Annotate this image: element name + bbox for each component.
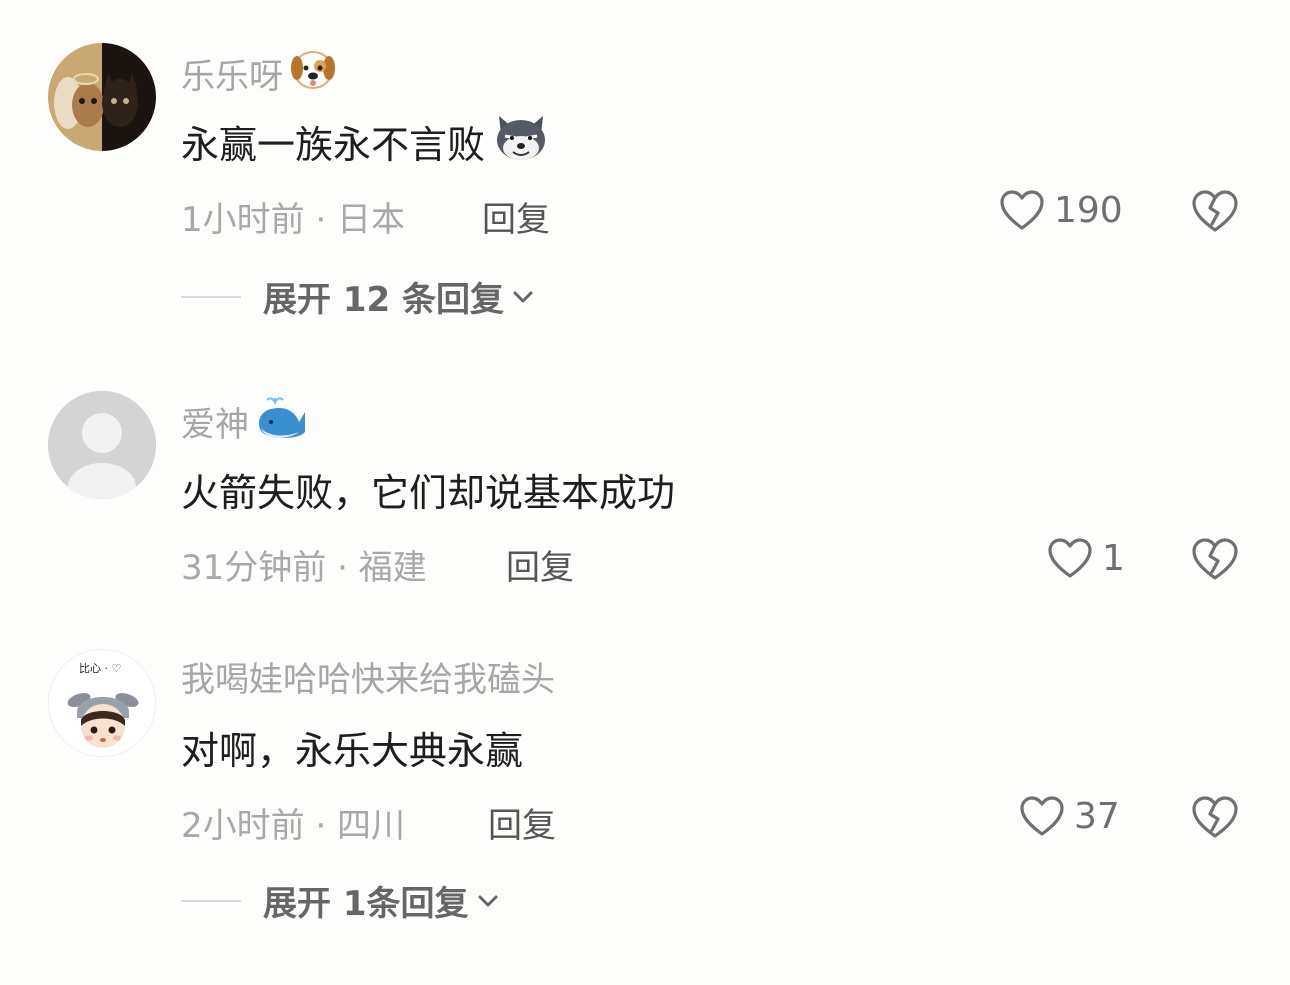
- expand-replies-button[interactable]: 展开 1条回复: [181, 876, 499, 925]
- comment-text: 永赢一族永不言败: [181, 110, 553, 173]
- username-text: 乐乐呀: [181, 57, 283, 97]
- avatar-label: 比心 · ♡: [79, 662, 121, 675]
- comment-meta: 31分钟前 · 福建: [181, 548, 427, 588]
- heart-outline-icon: [1000, 190, 1044, 230]
- chevron-down-icon: [513, 291, 533, 302]
- like-button[interactable]: 190: [998, 188, 1123, 232]
- username[interactable]: 爱神: [181, 394, 307, 449]
- dislike-button[interactable]: [1190, 794, 1240, 844]
- like-count: 1: [1102, 537, 1125, 579]
- reply-button[interactable]: 回复: [506, 540, 574, 589]
- divider-line: [181, 295, 241, 298]
- expand-replies-button[interactable]: 展开 12 条回复: [181, 272, 534, 321]
- broken-heart-icon: [1192, 538, 1238, 580]
- expand-replies-label: 展开 12 条回复: [263, 280, 504, 320]
- divider-line: [181, 899, 241, 902]
- heart-outline-icon: [1020, 796, 1064, 836]
- heart-outline-icon: [1048, 538, 1092, 578]
- whale-emoji-icon: [255, 394, 307, 449]
- like-button[interactable]: 37: [1018, 794, 1120, 838]
- dislike-button[interactable]: [1190, 188, 1240, 238]
- dislike-button[interactable]: [1190, 536, 1240, 586]
- like-button[interactable]: 1: [1046, 536, 1125, 580]
- avatar[interactable]: [48, 391, 156, 499]
- expand-replies-label: 展开 1条回复: [263, 884, 469, 924]
- username-text: 我喝娃哈哈快来给我磕头: [181, 660, 555, 700]
- broken-heart-icon: [1192, 796, 1238, 838]
- avatar[interactable]: 比心 · ♡: [48, 649, 156, 757]
- chevron-down-icon: [478, 895, 497, 906]
- reply-button[interactable]: 回复: [482, 192, 550, 241]
- comment-text: 对啊，永乐大典永赢: [181, 729, 524, 773]
- broken-heart-icon: [1192, 190, 1238, 232]
- reply-button[interactable]: 回复: [488, 798, 556, 847]
- avatar[interactable]: [48, 43, 156, 151]
- wolf-face-emoji-icon: [489, 110, 553, 173]
- comment-text-content: 永赢一族永不言败: [181, 123, 486, 167]
- username[interactable]: 我喝娃哈哈快来给我磕头: [181, 652, 555, 701]
- dog-face-emoji-icon: [289, 46, 337, 101]
- username-text: 爱神: [181, 405, 249, 445]
- comment-meta: 2小时前 · 四川: [181, 806, 406, 846]
- like-count: 37: [1074, 795, 1120, 837]
- username[interactable]: 乐乐呀: [181, 46, 337, 101]
- like-count: 190: [1054, 189, 1123, 231]
- comment-meta: 1小时前 · 日本: [181, 200, 406, 240]
- comment-text: 火箭失败，它们却说基本成功: [181, 471, 676, 515]
